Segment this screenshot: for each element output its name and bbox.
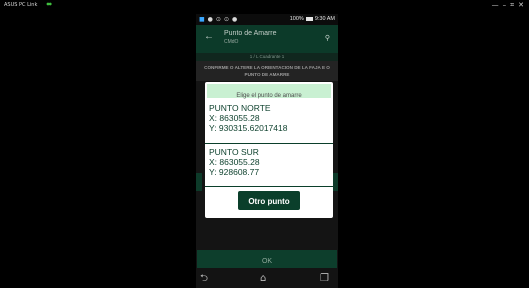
connection-icon bbox=[46, 2, 52, 6]
option-x: X: 863055.28 bbox=[209, 113, 260, 123]
ok-button[interactable]: OK bbox=[197, 250, 337, 268]
location-icon: ● bbox=[231, 16, 238, 23]
battery-percent: 100% bbox=[289, 16, 304, 22]
ok-label: OK bbox=[261, 258, 273, 265]
tab-indicator: 1 / L Cuadrante 1 bbox=[196, 53, 338, 61]
page-title: Punto de Amarre bbox=[224, 30, 277, 37]
app-bar: ← Punto de Amarre CMdO ⚲ bbox=[196, 25, 338, 53]
option-punto-norte[interactable]: PUNTO NORTE X: 863055.28 Y: 930315.62017… bbox=[209, 103, 329, 133]
battery-icon bbox=[305, 17, 313, 21]
dialog-header: Elige el punto de amarre bbox=[207, 84, 331, 99]
confirm-text: CONFIRME O ALTERE LA ORIENTACION DE LA F… bbox=[204, 65, 330, 77]
map-pin-icon[interactable]: ⚲ bbox=[325, 34, 330, 42]
option-name: PUNTO SUR bbox=[209, 147, 259, 157]
chevron-down-icon[interactable]: — bbox=[492, 1, 499, 9]
other-point-button[interactable]: Otro punto bbox=[238, 191, 300, 210]
minimize-icon[interactable]: – bbox=[503, 1, 507, 9]
app-notification-icon: ■ bbox=[199, 16, 205, 23]
other-point-label: Otro punto bbox=[248, 197, 290, 206]
anchor-point-dialog: Elige el punto de amarre PUNTO NORTE X: … bbox=[205, 82, 333, 218]
confirm-banner: CONFIRME O ALTERE LA ORIENTACION DE LA F… bbox=[196, 61, 338, 81]
left-edge-button bbox=[196, 173, 202, 191]
clock: 9:30 AM bbox=[314, 16, 335, 22]
fullscreen-icon[interactable]: ⌗ bbox=[510, 1, 514, 9]
option-punto-sur[interactable]: PUNTO SUR X: 863055.28 Y: 928608.77 bbox=[209, 147, 329, 177]
notification-icons: ■ ● ⊙ ⊙ ● bbox=[199, 16, 237, 23]
recents-icon[interactable]: ❐ bbox=[320, 273, 329, 285]
option-name: PUNTO NORTE bbox=[209, 103, 271, 113]
system-status: 100% 9:30 AM bbox=[290, 16, 335, 22]
dialog-title: Elige el punto de amarre bbox=[236, 93, 302, 99]
home-icon[interactable]: ⌂ bbox=[260, 273, 266, 285]
window-controls: — – ⌗ ✕ bbox=[492, 1, 524, 9]
nav-bar: ⮌ ⌂ ❐ bbox=[196, 272, 338, 288]
divider bbox=[205, 143, 333, 144]
chat-icon: ● bbox=[207, 16, 213, 23]
sync-icon: ⊙ bbox=[215, 16, 221, 23]
back-arrow-icon[interactable]: ← bbox=[204, 32, 214, 42]
pc-link-window: ASUS PC Link — – ⌗ ✕ ■ ● ⊙ ⊙ ● 100% 9:30… bbox=[0, 0, 529, 288]
close-icon[interactable]: ✕ bbox=[518, 1, 524, 9]
option-x: X: 863055.28 bbox=[209, 157, 260, 167]
page-subtitle: CMdO bbox=[224, 39, 239, 45]
pc-link-titlebar: ASUS PC Link — – ⌗ ✕ bbox=[0, 0, 529, 12]
status-bar: ■ ● ⊙ ⊙ ● 100% 9:30 AM bbox=[196, 14, 338, 25]
option-y: Y: 930315.62017418 bbox=[209, 123, 288, 133]
sync-icon: ⊙ bbox=[223, 16, 229, 23]
option-y: Y: 928608.77 bbox=[209, 167, 260, 177]
divider bbox=[205, 186, 333, 187]
back-icon[interactable]: ⮌ bbox=[200, 273, 208, 285]
tab-label: 1 / L Cuadrante 1 bbox=[249, 54, 285, 59]
window-title: ASUS PC Link bbox=[4, 2, 38, 8]
